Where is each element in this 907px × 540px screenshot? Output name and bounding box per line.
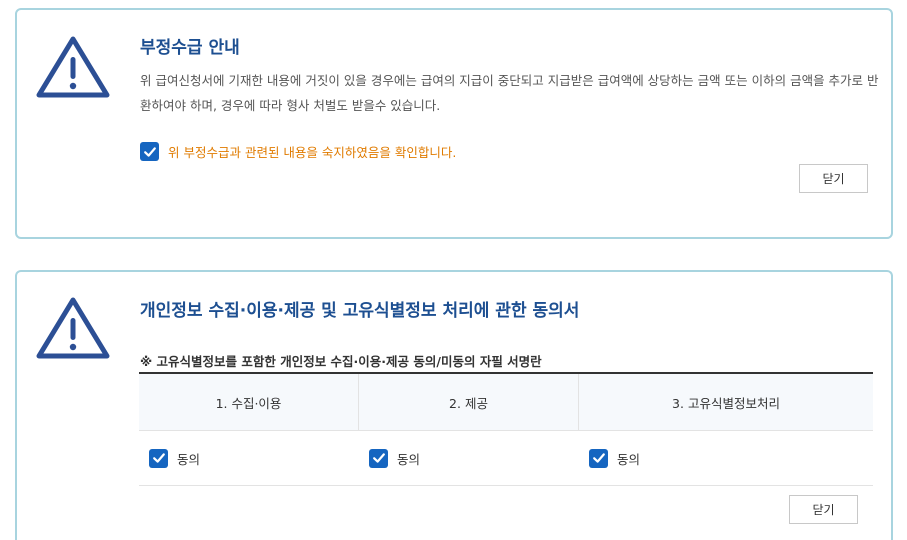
fraud-confirm-label[interactable]: 위 부정수급과 관련된 내용을 숙지하였음을 확인합니다.	[168, 142, 456, 161]
warning-triangle-icon	[36, 36, 110, 98]
privacy-close-button[interactable]: 닫기	[789, 495, 858, 524]
signature-section-title: ※ 고유식별정보를 포함한 개인정보 수집·이용·제공 동의/미동의 자필 서명…	[140, 354, 542, 369]
checkmark-icon	[592, 453, 605, 463]
consent-table-row: 동의 동의 동의	[139, 431, 873, 486]
checkmark-icon	[152, 453, 165, 463]
column-collection-use: 1. 수집·이용	[139, 374, 359, 430]
warning-triangle-icon	[36, 297, 110, 359]
fraud-notice-title: 부정수급 안내	[140, 38, 240, 58]
checkmark-icon	[143, 146, 156, 157]
column-unique-id-processing: 3. 고유식별정보처리	[672, 395, 780, 411]
privacy-consent-title: 개인정보 수집·이용·제공 및 고유식별정보 처리에 관한 동의서	[140, 301, 580, 321]
agree-unique-id-processing[interactable]: 동의	[579, 431, 873, 485]
agree-provision-checkbox[interactable]	[369, 448, 388, 468]
fraud-close-button[interactable]: 닫기	[799, 164, 868, 193]
agree-provision[interactable]: 동의	[359, 431, 579, 485]
agree-label[interactable]: 동의	[397, 449, 420, 468]
column-provision: 2. 제공	[359, 374, 579, 430]
fraud-confirm-checkbox[interactable]	[140, 142, 159, 161]
agree-label[interactable]: 동의	[617, 449, 640, 468]
agree-collection-use[interactable]: 동의	[139, 431, 359, 485]
agree-unique-id-processing-checkbox[interactable]	[589, 448, 608, 468]
fraud-notice-panel: 부정수급 안내 위 급여신청서에 기재한 내용에 거짓이 있을 경우에는 급여의…	[15, 8, 893, 239]
agree-label[interactable]: 동의	[177, 449, 200, 468]
agree-collection-use-checkbox[interactable]	[149, 448, 168, 468]
fraud-notice-text: 위 급여신청서에 기재한 내용에 거짓이 있을 경우에는 급여의 지급이 중단되…	[140, 73, 879, 113]
fraud-confirm-row[interactable]: 위 부정수급과 관련된 내용을 숙지하였음을 확인합니다.	[140, 142, 456, 161]
consent-table-header: 1. 수집·이용 2. 제공 3. 고유식별정보처리	[139, 374, 873, 431]
checkmark-icon	[372, 453, 385, 463]
privacy-consent-panel: 개인정보 수집·이용·제공 및 고유식별정보 처리에 관한 동의서 ※ 고유식별…	[15, 270, 893, 540]
consent-table: 1. 수집·이용 2. 제공 3. 고유식별정보처리 동의 동의 동의	[139, 372, 873, 486]
